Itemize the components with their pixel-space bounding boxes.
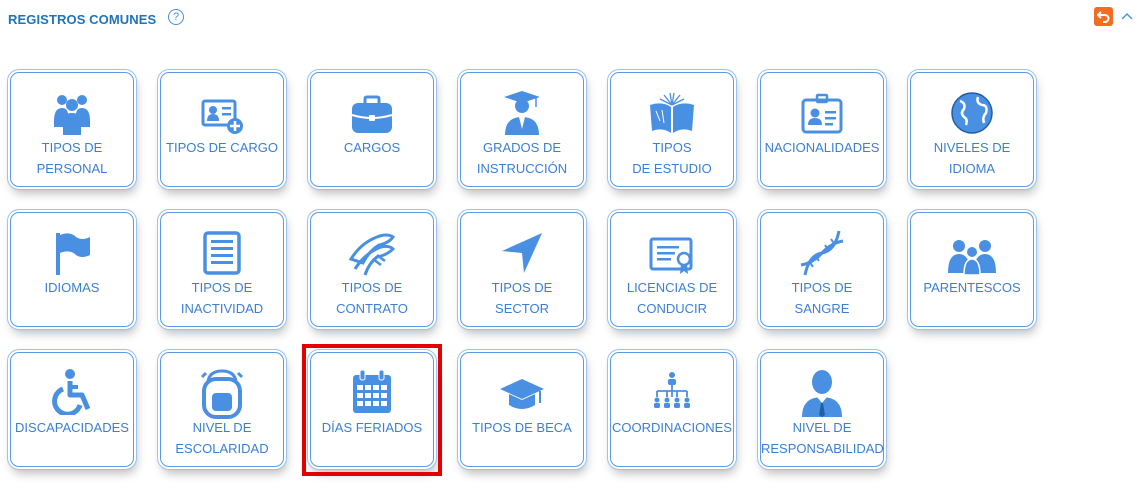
tile-label: PARENTESCOS bbox=[911, 277, 1033, 298]
tile-label: CARGOS bbox=[311, 137, 433, 158]
tile-label-line: PARENTESCOS bbox=[923, 280, 1021, 295]
tile-label: TIPOS DE CARGO bbox=[161, 137, 283, 158]
tile-label: TIPOS DE CONTRATO bbox=[311, 277, 433, 319]
tile-tipos-de-contrato[interactable]: TIPOS DE CONTRATO bbox=[310, 212, 434, 327]
tile-label: GRADOS DE INSTRUCCIÓN bbox=[461, 137, 583, 179]
tile-label-line: ESCOLARIDAD bbox=[175, 441, 269, 456]
tile-label: IDIOMAS bbox=[11, 277, 133, 298]
tile-label-line: GRADOS DE bbox=[482, 140, 561, 155]
tile-label-line: IDIOMAS bbox=[44, 280, 100, 295]
tile-label: NIVEL DE RESPONSABILIDAD bbox=[761, 417, 884, 459]
tile-tipos-de-beca[interactable]: TIPOS DE BECA bbox=[460, 352, 584, 467]
tile-label: TIPOS DE SECTOR bbox=[461, 277, 583, 319]
tile-label-line: PERSONAL bbox=[36, 161, 108, 176]
tile-tipos-de-sangre[interactable]: TIPOS DE SANGRE bbox=[760, 212, 884, 327]
tile-label-line: IDIOMA bbox=[948, 161, 996, 176]
tile-label-line: CONTRATO bbox=[336, 301, 408, 316]
tile-nacionalidades[interactable]: NACIONALIDADES bbox=[760, 72, 884, 187]
collapse-button[interactable] bbox=[1120, 9, 1134, 21]
wheelchair-icon bbox=[11, 369, 133, 415]
tile-label-line: CONDUCIR bbox=[636, 301, 708, 316]
tile-label-line: INSTRUCCIÓN bbox=[476, 161, 568, 176]
tile-parentescos[interactable]: PARENTESCOS bbox=[910, 212, 1034, 327]
graduate-icon bbox=[461, 89, 583, 135]
tile-label-line: NIVELES DE bbox=[933, 140, 1011, 155]
tile-cargos[interactable]: CARGOS bbox=[310, 72, 434, 187]
tile-label: NIVELES DE IDIOMA bbox=[911, 137, 1033, 179]
tile-label: TIPOS DE ESTUDIO bbox=[611, 137, 733, 179]
tile-label-line: TIPOS DE bbox=[491, 280, 553, 295]
tile-label-line: TIPOS DE bbox=[41, 140, 103, 155]
help-icon[interactable]: ? bbox=[168, 9, 184, 25]
tile-label: LICENCIAS DE CONDUCIR bbox=[611, 277, 733, 319]
tile-label: TIPOS DE BECA bbox=[461, 417, 583, 438]
tile-label-line: NIVEL DE bbox=[192, 420, 252, 435]
undo-icon bbox=[1097, 11, 1110, 23]
flag-icon bbox=[11, 229, 133, 275]
graduation-cap-icon bbox=[461, 369, 583, 415]
users-group-icon bbox=[11, 89, 133, 135]
location-arrow-icon bbox=[461, 229, 583, 275]
tile-label-line: TIPOS DE bbox=[341, 280, 403, 295]
tile-label-line: SANGRE bbox=[794, 301, 850, 316]
manager-icon bbox=[761, 369, 883, 417]
selection-highlight bbox=[302, 344, 442, 476]
tile-grados-de-instrucción[interactable]: GRADOS DE INSTRUCCIÓN bbox=[460, 72, 584, 187]
tile-label: TIPOS DE PERSONAL bbox=[11, 137, 133, 179]
tile-label-line: INACTIVIDAD bbox=[180, 301, 264, 316]
tile-licencias-de-conducir[interactable]: LICENCIAS DE CONDUCIR bbox=[610, 212, 734, 327]
tile-label-line: NIVEL DE bbox=[792, 420, 852, 435]
tile-tipos-de-estudio[interactable]: TIPOS DE ESTUDIO bbox=[610, 72, 734, 187]
tile-discapacidades[interactable]: DISCAPACIDADES bbox=[10, 352, 134, 467]
certificate-icon bbox=[611, 229, 733, 275]
briefcase-icon bbox=[311, 89, 433, 135]
tile-label-line: LICENCIAS DE bbox=[626, 280, 718, 295]
section-title: REGISTROS COMUNES bbox=[8, 12, 157, 27]
tile-label: NIVEL DE ESCOLARIDAD bbox=[161, 417, 283, 459]
dna-icon bbox=[761, 229, 883, 276]
tile-niveles-de-idioma[interactable]: NIVELES DE IDIOMA bbox=[910, 72, 1034, 187]
tile-coordinaciones[interactable]: COORDINACIONES bbox=[610, 352, 734, 467]
tile-label-line: TIPOS DE BECA bbox=[472, 420, 572, 435]
tile-tipos-de-cargo[interactable]: TIPOS DE CARGO bbox=[160, 72, 284, 187]
tile-label-line: TIPOS DE CARGO bbox=[166, 140, 278, 155]
tile-label-line: COORDINACIONES bbox=[612, 420, 732, 435]
tile-label-line: CARGOS bbox=[343, 140, 401, 155]
handshake-icon bbox=[311, 229, 433, 276]
tile-tipos-de-personal[interactable]: TIPOS DE PERSONAL bbox=[10, 72, 134, 187]
tile-nivel-de-responsabilidad[interactable]: NIVEL DE RESPONSABILIDAD bbox=[760, 352, 884, 467]
backpack-icon bbox=[161, 369, 283, 419]
chevron-up-icon bbox=[1121, 13, 1133, 20]
document-list-icon bbox=[161, 229, 283, 275]
tile-label: TIPOS DE SANGRE bbox=[761, 277, 883, 319]
section-header: REGISTROS COMUNES ? bbox=[0, 0, 1141, 40]
tile-nivel-de-escolaridad[interactable]: NIVEL DE ESCOLARIDAD bbox=[160, 352, 284, 467]
tile-label-line: TIPOS bbox=[652, 140, 692, 155]
tile-label-line: DISCAPACIDADES bbox=[15, 420, 129, 435]
tile-label-line: SECTOR bbox=[495, 301, 549, 316]
tile-label: TIPOS DE INACTIVIDAD bbox=[161, 277, 283, 319]
globe-icon bbox=[911, 89, 1033, 135]
tile-label-line: NACIONALIDADES bbox=[764, 140, 880, 155]
tile-label: COORDINACIONES bbox=[611, 417, 733, 438]
org-chart-icon bbox=[611, 369, 733, 415]
tile-idiomas[interactable]: IDIOMAS bbox=[10, 212, 134, 327]
back-button[interactable] bbox=[1094, 7, 1113, 26]
id-card-plus-icon bbox=[161, 89, 283, 135]
tile-label-line: RESPONSABILIDAD bbox=[761, 441, 884, 456]
tile-label-line: TIPOS DE bbox=[791, 280, 853, 295]
tile-tipos-de-inactividad[interactable]: TIPOS DE INACTIVIDAD bbox=[160, 212, 284, 327]
tile-label: DISCAPACIDADES bbox=[11, 417, 133, 438]
open-book-icon bbox=[611, 89, 733, 135]
tile-tipos-de-sector[interactable]: TIPOS DE SECTOR bbox=[460, 212, 584, 327]
tile-label: NACIONALIDADES bbox=[761, 137, 883, 158]
tile-label-line: TIPOS DE bbox=[191, 280, 253, 295]
badge-icon bbox=[761, 89, 883, 135]
family-icon bbox=[911, 229, 1033, 275]
tile-label-line: DE ESTUDIO bbox=[632, 161, 712, 176]
